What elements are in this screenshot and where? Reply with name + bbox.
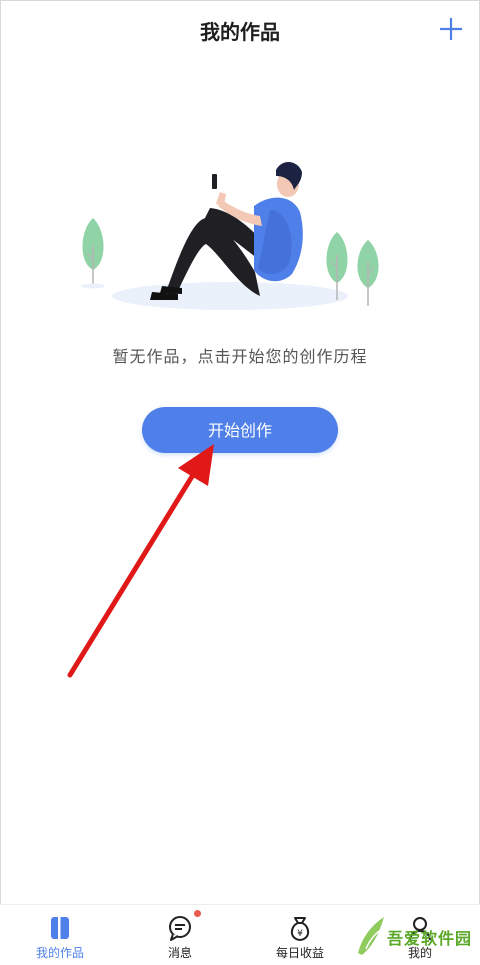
empty-state-message: 暂无作品，点击开始您的创作历程 (112, 347, 368, 366)
top-bar: 我的作品 (0, 0, 480, 62)
money-bag-yen-icon: ¥ (290, 917, 310, 941)
plus-icon[interactable] (438, 16, 464, 42)
tab-label: 消息 (167, 946, 192, 960)
tab-label: 我的 (407, 946, 432, 960)
empty-state-illustration (81, 161, 379, 310)
screen-frame (0, 0, 480, 964)
tab-messages[interactable]: 消息 (120, 905, 240, 965)
notification-badge (194, 910, 201, 917)
bottom-tab-bar: 我的作品 消息 ¥ 每日收益 我的 (0, 904, 480, 965)
tab-label: 我的作品 (35, 946, 84, 960)
message-bubble-icon (169, 916, 191, 941)
page-title: 我的作品 (200, 20, 280, 44)
red-arrow-annotation (67, 444, 214, 678)
tree-left (81, 218, 105, 289)
works-book-icon (51, 917, 69, 939)
svg-text:¥: ¥ (297, 929, 303, 939)
tab-my-works[interactable]: 我的作品 (0, 905, 120, 965)
tab-label: 每日收益 (275, 946, 324, 960)
tree-right-2 (357, 240, 379, 306)
tab-me[interactable]: 我的 (360, 905, 480, 965)
user-profile-icon (409, 917, 431, 941)
start-creating-button[interactable]: 开始创作 (142, 407, 338, 453)
tab-daily-earnings[interactable]: ¥ 每日收益 (240, 905, 360, 965)
